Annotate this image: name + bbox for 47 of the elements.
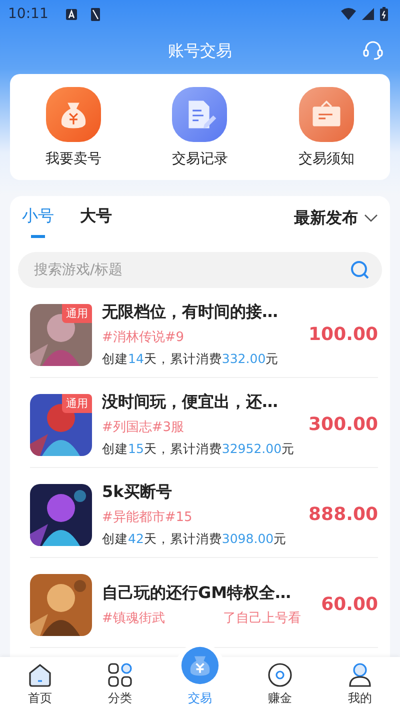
tab[interactable]: 小号	[22, 206, 54, 238]
price: 60.00	[321, 594, 378, 615]
person-icon	[347, 662, 373, 688]
quick-action-label[interactable]: 交易记录	[172, 150, 228, 168]
page-title: 账号交易	[168, 40, 232, 62]
price: 300.00	[308, 414, 378, 435]
tab[interactable]: 大号	[80, 206, 112, 238]
search-icon[interactable]	[350, 260, 370, 280]
listing-title[interactable]: 5k买断号	[102, 482, 299, 502]
game-tag: #镇魂街武	[102, 608, 165, 626]
nav-tab[interactable]: 我的	[320, 657, 400, 711]
notification-icon	[66, 8, 78, 20]
chevron-down-icon	[364, 214, 378, 222]
nav-tab[interactable]: 赚金	[240, 657, 320, 711]
search-field[interactable]: 搜索游戏/标题	[18, 252, 382, 288]
notice-board-icon[interactable]	[299, 86, 354, 142]
game-tag: #列国志#3服	[102, 418, 184, 436]
nav-tab[interactable]: 首页	[0, 657, 80, 711]
headset-icon[interactable]	[362, 39, 384, 61]
battery-icon	[380, 7, 388, 21]
listing-title[interactable]: 没时间玩，便宜出，还…	[102, 392, 299, 412]
document-pen-icon[interactable]	[172, 86, 228, 142]
disc-icon	[267, 662, 293, 688]
listing-title[interactable]: 自己玩的还行GM特权全…	[102, 582, 312, 604]
listing-stats: 创建15天，累计消费32952.00元	[102, 440, 296, 458]
game-tag: #消林传说#9	[102, 328, 184, 346]
grid-icon	[107, 662, 133, 688]
wifi-icon	[341, 8, 356, 20]
listing-note: 了自己上号看	[222, 610, 301, 626]
listing-title[interactable]: 无限档位，有时间的接…	[102, 302, 299, 322]
badge: 通用	[62, 394, 92, 412]
status-time: 10:11	[8, 6, 48, 22]
nav-tab[interactable]: 交易	[160, 643, 240, 711]
nav-tab[interactable]: 分类	[80, 657, 160, 711]
signal-icon	[362, 8, 374, 20]
money-bag-icon[interactable]	[46, 86, 101, 142]
listing-stats: 创建14天，累计消费332.00元	[102, 350, 280, 368]
quick-action-label[interactable]: 交易须知	[298, 150, 355, 168]
sim-card-icon	[91, 8, 100, 20]
game-tag: #异能都市#15	[102, 508, 192, 526]
home-icon	[27, 662, 53, 688]
badge: 通用	[62, 304, 92, 322]
quick-action-label[interactable]: 我要卖号	[45, 150, 102, 168]
listing-stats: 创建42天，累计消费3098.00元	[102, 530, 288, 548]
sort-dropdown[interactable]: 最新发布	[294, 208, 378, 236]
price: 888.00	[308, 504, 378, 525]
price: 100.00	[308, 324, 378, 345]
